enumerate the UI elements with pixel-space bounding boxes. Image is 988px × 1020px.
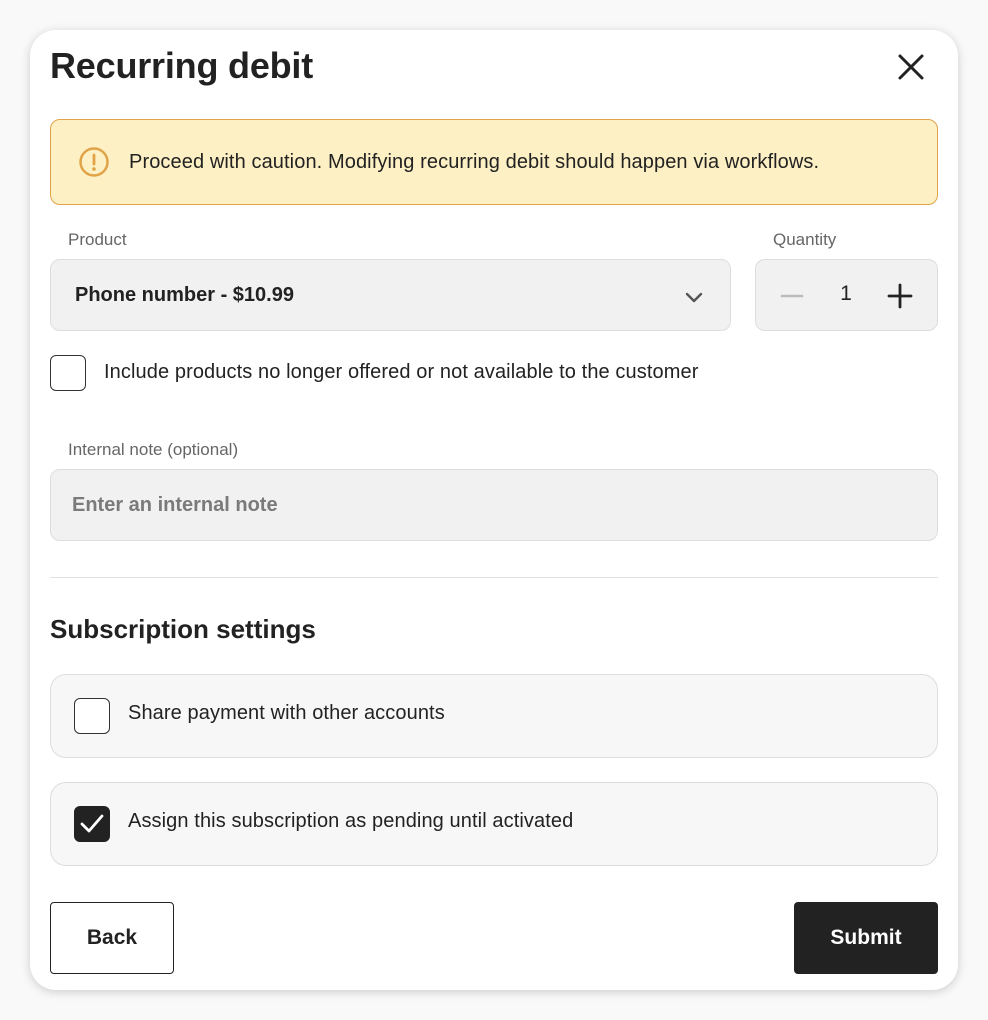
- caution-text: Proceed with caution. Modifying recurrin…: [129, 150, 820, 173]
- chevron-down-icon: [685, 292, 703, 303]
- product-selected-value: Phone number - $10.99: [75, 283, 294, 306]
- quantity-label: Quantity: [773, 230, 837, 249]
- pending-activation-option[interactable]: Assign this subscription as pending unti…: [50, 782, 938, 866]
- close-icon: [898, 54, 924, 80]
- back-button[interactable]: Back: [50, 902, 174, 974]
- product-label: Product: [68, 230, 127, 249]
- share-payment-option[interactable]: Share payment with other accounts: [50, 674, 938, 758]
- quantity-increment-button[interactable]: [884, 280, 916, 312]
- close-button[interactable]: [892, 48, 930, 86]
- quantity-stepper: 1: [755, 259, 938, 331]
- warning-circle-icon: [79, 147, 109, 177]
- recurring-debit-dialog: Recurring debit Proceed with caution. Mo…: [30, 30, 958, 990]
- share-payment-label[interactable]: Share payment with other accounts: [128, 702, 445, 725]
- checkmark-icon: [80, 814, 104, 833]
- product-select[interactable]: Phone number - $10.99: [50, 259, 731, 331]
- caution-banner: Proceed with caution. Modifying recurrin…: [50, 119, 938, 205]
- include-unavailable-label[interactable]: Include products no longer offered or no…: [104, 361, 698, 384]
- share-payment-checkbox[interactable]: [74, 698, 110, 734]
- internal-note-label: Internal note (optional): [68, 440, 239, 459]
- include-unavailable-checkbox[interactable]: [50, 355, 86, 391]
- submit-button[interactable]: Submit: [794, 902, 938, 974]
- quantity-value: 1: [840, 282, 852, 305]
- pending-activation-checkbox[interactable]: [74, 806, 110, 842]
- dialog-title: Recurring debit: [50, 45, 314, 86]
- internal-note-input[interactable]: [50, 469, 938, 541]
- quantity-decrement-button[interactable]: [776, 282, 808, 310]
- minus-icon: [780, 294, 804, 298]
- pending-activation-label[interactable]: Assign this subscription as pending unti…: [128, 810, 573, 833]
- subscription-settings-title: Subscription settings: [50, 614, 316, 644]
- plus-icon: [887, 283, 913, 309]
- section-divider: [50, 577, 938, 578]
